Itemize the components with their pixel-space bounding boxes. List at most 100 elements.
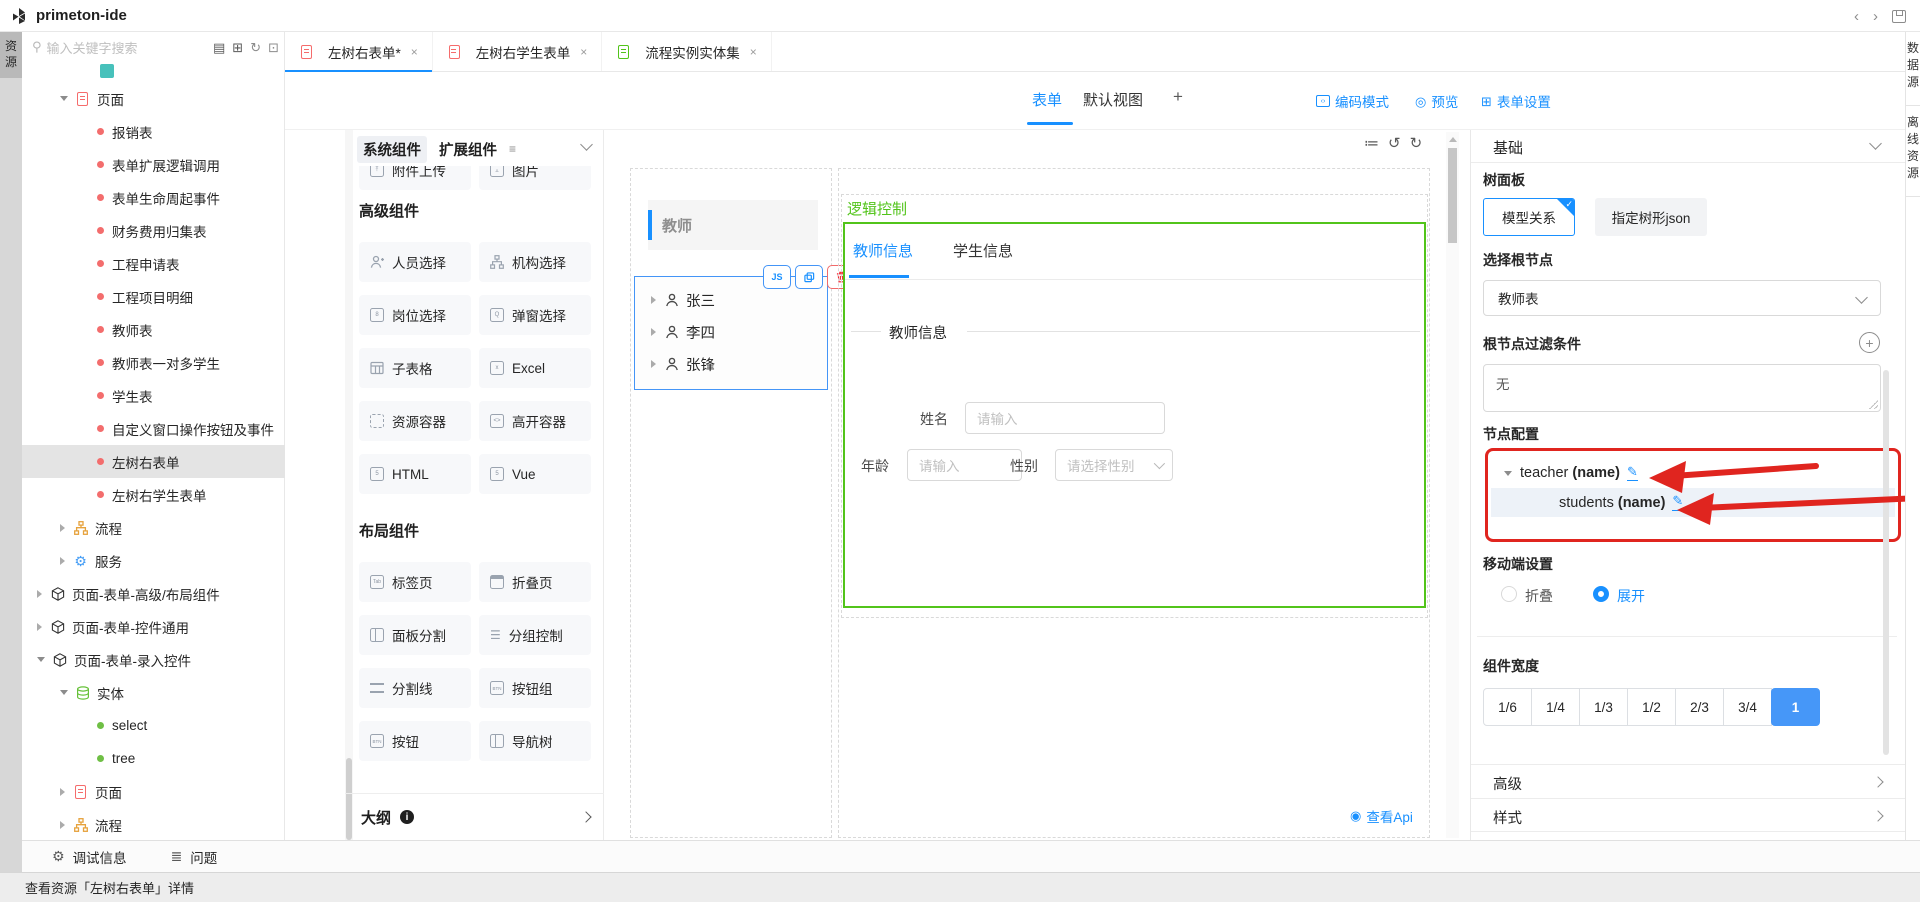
gender-select[interactable]: 请选择性别 bbox=[1055, 449, 1173, 481]
tree-row[interactable]: 左树右学生表单 bbox=[22, 478, 285, 511]
tree-node[interactable]: 张三 bbox=[635, 287, 715, 313]
nav-back-icon[interactable]: ‹ bbox=[1854, 9, 1859, 24]
mode-json-tree-button[interactable]: 指定树形json bbox=[1595, 198, 1707, 236]
width-option[interactable]: 1/3 bbox=[1579, 688, 1628, 726]
view-api-link[interactable]: ◉查看Api bbox=[1350, 806, 1413, 826]
tree-row[interactable]: 页面 bbox=[22, 775, 285, 808]
tree-row[interactable]: tree bbox=[22, 742, 285, 775]
logic-control-container[interactable]: 教师信息 学生信息 教师信息 姓名 请输入 年龄 请输入 性别 请选择性别 bbox=[843, 222, 1426, 608]
tree-row[interactable]: 流程 bbox=[22, 511, 285, 544]
palette-item[interactable]: BTN按钮组 bbox=[479, 668, 591, 708]
undo-icon[interactable]: ↺ bbox=[1388, 134, 1401, 152]
name-input[interactable]: 请输入 bbox=[965, 402, 1165, 434]
debug-info-tab[interactable]: ⚙调试信息 bbox=[52, 847, 127, 867]
add-view-button[interactable]: + bbox=[1173, 87, 1183, 107]
caret-right-icon[interactable] bbox=[60, 557, 65, 565]
palette-item[interactable]: 机构选择 bbox=[479, 242, 591, 282]
tree-node[interactable]: 张锋 bbox=[635, 351, 715, 377]
new-folder-icon[interactable]: ⊞ bbox=[232, 41, 243, 54]
caret-down-icon[interactable] bbox=[37, 657, 45, 662]
caret-right-icon[interactable] bbox=[37, 590, 42, 598]
palette-item[interactable]: 5Vue bbox=[479, 454, 591, 494]
editor-tab[interactable]: 左树右学生表单 bbox=[433, 32, 603, 71]
palette-item[interactable]: Tab标签页 bbox=[359, 562, 471, 602]
view-tab-form[interactable]: 表单 bbox=[1032, 89, 1062, 110]
props-scroll-thumb[interactable] bbox=[1883, 370, 1889, 755]
save-icon[interactable] bbox=[1892, 10, 1906, 23]
tree-row[interactable]: 工程申请表 bbox=[22, 247, 285, 280]
radio-expand-selected[interactable] bbox=[1593, 586, 1609, 602]
palette-item[interactable]: 折叠页 bbox=[479, 562, 591, 602]
close-icon[interactable] bbox=[411, 45, 418, 59]
editor-tab[interactable]: 流程实例实体集 bbox=[602, 32, 772, 71]
tree-row[interactable]: 页面 bbox=[22, 82, 285, 115]
caret-down-icon[interactable] bbox=[60, 690, 68, 695]
rail-tab-datasource[interactable]: 数据源 bbox=[1906, 32, 1920, 106]
palette-menu-icon[interactable]: ≡ bbox=[509, 142, 516, 156]
palette-tab-system[interactable]: 系统组件 bbox=[357, 136, 427, 163]
width-option[interactable]: 3/4 bbox=[1723, 688, 1772, 726]
tree-row[interactable]: 页面-表单-控件通用 bbox=[22, 610, 285, 643]
tree-row[interactable]: 报销表 bbox=[22, 115, 285, 148]
code-mode-button[interactable]: ‹›编码模式 bbox=[1316, 91, 1389, 111]
width-option-selected[interactable]: 1 bbox=[1771, 688, 1820, 726]
caret-right-icon[interactable] bbox=[60, 788, 65, 796]
tree-row[interactable]: ⚙服务 bbox=[22, 544, 285, 577]
mode-model-relation-button[interactable]: 模型关系 ✓ bbox=[1483, 198, 1575, 236]
palette-item[interactable]: 5HTML bbox=[359, 454, 471, 494]
caret-right-icon[interactable] bbox=[60, 524, 65, 532]
palette-item[interactable]: ☰分组控制 bbox=[479, 615, 591, 655]
caret-right-icon[interactable] bbox=[651, 360, 656, 368]
radio-expand-label[interactable]: 展开 bbox=[1617, 586, 1645, 606]
scroll-up-icon[interactable] bbox=[1449, 137, 1457, 142]
palette-tab-extension[interactable]: 扩展组件 bbox=[439, 139, 497, 160]
preview-button[interactable]: ◎预览 bbox=[1415, 91, 1458, 111]
node-row-students[interactable]: students (name) ✎ bbox=[1491, 488, 1895, 517]
rail-tab-offline-resources[interactable]: 离线资源 bbox=[1906, 106, 1920, 197]
canvas-scroll-thumb[interactable] bbox=[1448, 148, 1457, 243]
tree-row[interactable]: select bbox=[22, 709, 285, 742]
tree-row[interactable]: 页面-表单-录入控件 bbox=[22, 643, 285, 676]
tree-row[interactable]: 流程 bbox=[22, 808, 285, 840]
node-row-teacher[interactable]: teacher (name) ✎ bbox=[1491, 458, 1895, 488]
palette-item[interactable]: ▵图片 bbox=[479, 166, 591, 190]
tab-student-info[interactable]: 学生信息 bbox=[953, 240, 1013, 261]
caret-down-icon[interactable] bbox=[1504, 471, 1512, 476]
edit-pencil-icon[interactable]: ✎ bbox=[1672, 494, 1683, 510]
resize-grip-icon[interactable] bbox=[1868, 399, 1878, 409]
caret-down-icon[interactable] bbox=[60, 96, 68, 101]
tree-row[interactable]: 学生表 bbox=[22, 379, 285, 412]
caret-right-icon[interactable] bbox=[37, 623, 42, 631]
root-node-select[interactable]: 教师表 bbox=[1483, 280, 1881, 316]
palette-item[interactable]: 8岗位选择 bbox=[359, 295, 471, 335]
outline-footer[interactable]: 大纲 i bbox=[345, 793, 604, 840]
edit-pencil-icon[interactable]: ✎ bbox=[1627, 465, 1638, 481]
palette-item[interactable]: ⤒附件上传 bbox=[359, 166, 471, 190]
add-filter-button[interactable]: + bbox=[1859, 332, 1880, 353]
palette-item[interactable]: 人员选择 bbox=[359, 242, 471, 282]
width-option[interactable]: 2/3 bbox=[1675, 688, 1724, 726]
radio-collapse-label[interactable]: 折叠 bbox=[1525, 586, 1553, 606]
caret-right-icon[interactable] bbox=[651, 296, 656, 304]
js-logic-button[interactable]: JS bbox=[763, 265, 791, 289]
width-option[interactable]: 1/2 bbox=[1627, 688, 1676, 726]
section-style[interactable]: 样式 bbox=[1471, 798, 1906, 832]
palette-item[interactable]: 分割线 bbox=[359, 668, 471, 708]
problems-tab[interactable]: ≣问题 bbox=[171, 847, 218, 867]
palette-item[interactable]: 资源容器 bbox=[359, 401, 471, 441]
width-option[interactable]: 1/6 bbox=[1483, 688, 1532, 726]
props-section-basic[interactable]: 基础 bbox=[1471, 130, 1906, 163]
nav-forward-icon[interactable]: › bbox=[1873, 9, 1878, 24]
copy-widget-button[interactable] bbox=[795, 265, 823, 289]
palette-item[interactable]: 导航树 bbox=[479, 721, 591, 761]
section-advanced[interactable]: 高级 bbox=[1471, 764, 1906, 798]
tree-row[interactable]: 实体 bbox=[22, 676, 285, 709]
tree-row[interactable]: 表单生命周起事件 bbox=[22, 181, 285, 214]
tree-row[interactable]: 页面-表单-高级/布局组件 bbox=[22, 577, 285, 610]
palette-item[interactable]: <>高开容器 bbox=[479, 401, 591, 441]
close-icon[interactable] bbox=[750, 45, 757, 59]
form-settings-button[interactable]: ⊞表单设置 bbox=[1481, 91, 1551, 111]
palette-item[interactable]: 面板分割 bbox=[359, 615, 471, 655]
redo-icon[interactable]: ↻ bbox=[1410, 134, 1423, 152]
collapse-panels-icon[interactable]: ⊡ bbox=[268, 41, 279, 54]
